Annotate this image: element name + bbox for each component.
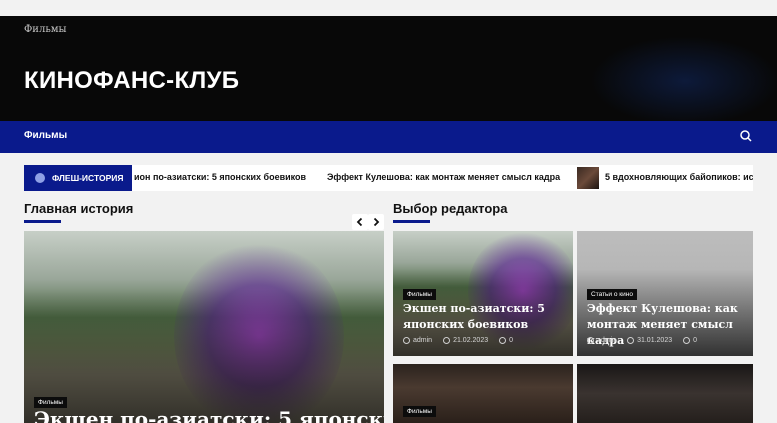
top-nav-link-films[interactable]: Фильмы <box>24 24 67 35</box>
editors-choice-heading: Выбор редактора <box>393 201 508 216</box>
search-button[interactable] <box>738 128 754 144</box>
card-title-line: японских боевиков <box>403 318 529 331</box>
top-strip <box>0 0 777 16</box>
card-author[interactable]: admin <box>413 337 432 344</box>
card-title-line: Экшен по-азиатски: 5 <box>403 302 545 315</box>
editor-card[interactable]: Фильмы Экшен по-азиатски: 5 японских бое… <box>393 231 573 356</box>
next-arrow-button[interactable] <box>368 214 384 230</box>
ticker-thumbnail[interactable] <box>577 167 599 189</box>
card-comments[interactable]: 0 <box>509 337 513 344</box>
nav-item-films[interactable]: Фильмы <box>24 130 67 141</box>
card-title-line: Эффект Кулешова: как <box>587 302 738 315</box>
ticker-item[interactable]: 5 вдохновляющих байопиков: истор <box>605 172 753 182</box>
main-navbar: Фильмы <box>0 121 777 153</box>
image-shade <box>24 288 384 423</box>
card-date: 31.01.2023 <box>637 337 673 344</box>
header-glow <box>590 36 777 121</box>
search-icon <box>740 130 752 142</box>
clock-icon <box>443 337 451 344</box>
user-icon <box>403 337 410 344</box>
user-icon <box>587 337 594 344</box>
clock-icon <box>627 337 635 344</box>
category-badge[interactable]: Фильмы <box>403 289 436 300</box>
site-header: Фильмы КИНОФАНС-КЛУБ <box>0 16 777 121</box>
comment-icon <box>499 337 507 344</box>
ticker-dot-icon <box>35 173 45 183</box>
ticker-item[interactable]: ион по-азиатски: 5 японских боевиков <box>134 172 306 182</box>
comment-icon <box>683 337 691 344</box>
main-story-heading: Главная история <box>24 201 134 216</box>
prev-arrow-button[interactable] <box>352 214 368 230</box>
flash-ticker: ФЛЕШ-ИСТОРИЯ ион по-азиатски: 5 японских… <box>24 165 753 191</box>
editor-card[interactable]: Статьи о кино Эффект Кулешова: как монта… <box>577 231 753 356</box>
main-story-underline <box>24 220 61 223</box>
card-title[interactable]: Экшен по-азиатски: 5 японских боевиков <box>403 301 545 333</box>
card-meta: admin 31.01.2023 0 <box>587 337 697 344</box>
card-author[interactable]: admin <box>597 337 616 344</box>
editor-card[interactable]: Фильмы <box>393 364 573 423</box>
ticker-label: ФЛЕШ-ИСТОРИЯ <box>24 165 132 191</box>
ticker-item[interactable]: Эффект Кулешова: как монтаж меняет смысл… <box>327 172 560 182</box>
card-date: 21.02.2023 <box>453 337 489 344</box>
site-title[interactable]: КИНОФАНС-КЛУБ <box>24 67 239 95</box>
card-comments[interactable]: 0 <box>693 337 697 344</box>
chevron-right-icon <box>373 217 380 227</box>
card-meta: admin 21.02.2023 0 <box>403 337 513 344</box>
editor-card[interactable] <box>577 364 753 423</box>
ticker-label-text: ФЛЕШ-ИСТОРИЯ <box>52 173 124 183</box>
category-badge[interactable]: Фильмы <box>403 406 436 417</box>
main-story-card[interactable]: Фильмы Экшен по-азиатски: 5 японских <box>24 231 384 423</box>
category-badge[interactable]: Статьи о кино <box>587 289 637 300</box>
editors-choice-underline <box>393 220 430 223</box>
main-story-title[interactable]: Экшен по-азиатски: 5 японских <box>34 407 384 423</box>
chevron-left-icon <box>356 217 363 227</box>
